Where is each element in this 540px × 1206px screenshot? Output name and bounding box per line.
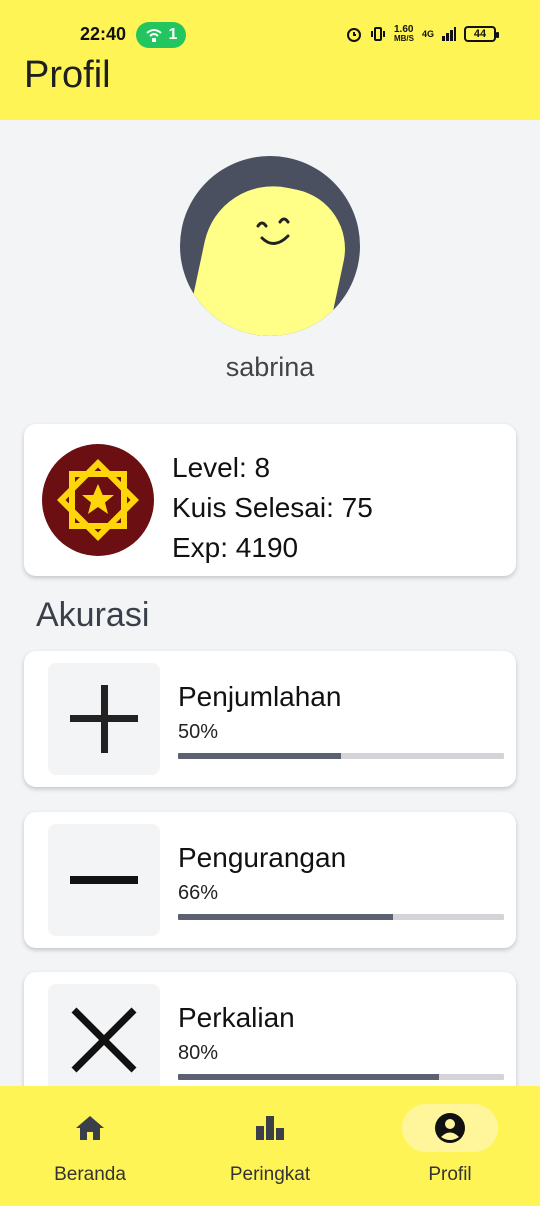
status-time: 22:40 (80, 24, 127, 44)
accuracy-name: Perkalian (178, 1002, 295, 1033)
exp-value: Exp: 4190 (172, 532, 299, 563)
page-title: Profil (24, 54, 111, 96)
battery-icon: 44 (464, 26, 499, 42)
minus-icon (48, 824, 160, 936)
top-app-bar: 22:40 1 1.60 MB/S 4G 44 Profil (0, 0, 540, 120)
level-stats: Level: 8 Kuis Selesai: 75 Exp: 4190 (172, 448, 373, 568)
accuracy-percent: 66% (178, 882, 219, 904)
network-speed: 1.60 MB/S (393, 24, 414, 44)
nav-label: Beranda (54, 1164, 126, 1185)
network-type: 4G (421, 29, 434, 39)
accuracy-percent: 80% (178, 1042, 219, 1064)
plus-icon (48, 663, 160, 775)
progress-fill (178, 1074, 439, 1080)
status-bar: 22:40 1 1.60 MB/S 4G 44 (0, 20, 540, 50)
account-circle-icon (435, 1113, 465, 1143)
level-value: Level: 8 (172, 452, 271, 483)
level-badge-icon (42, 444, 154, 556)
accuracy-card-addition[interactable]: Penjumlahan 50% (24, 651, 516, 787)
progress-bar (178, 1074, 504, 1080)
bar-chart-icon (256, 1116, 284, 1140)
nav-label: Profil (428, 1164, 472, 1185)
alarm-icon (346, 28, 361, 42)
accuracy-card-subtraction[interactable]: Pengurangan 66% (24, 812, 516, 948)
smiley-face-icon (256, 217, 290, 245)
avatar (180, 156, 360, 336)
status-icons: 1.60 MB/S 4G 44 (346, 24, 499, 44)
progress-fill (178, 914, 394, 920)
nav-item-peringkat[interactable]: Peringkat (180, 1086, 360, 1206)
nav-item-beranda[interactable]: Beranda (0, 1086, 180, 1206)
nav-item-profil[interactable]: Profil (360, 1086, 540, 1206)
times-icon (48, 984, 160, 1096)
username: sabrina (225, 352, 315, 382)
home-icon (76, 1116, 104, 1140)
hotspot-indicator: 1 (136, 22, 186, 48)
hotspot-count: 1 (168, 26, 178, 43)
accuracy-section-title: Akurasi (36, 596, 150, 634)
accuracy-name: Penjumlahan (178, 681, 342, 712)
accuracy-percent: 50% (178, 721, 219, 743)
vibrate-icon (370, 27, 385, 41)
accuracy-name: Pengurangan (178, 842, 347, 873)
nav-label: Peringkat (229, 1164, 311, 1185)
progress-fill (178, 753, 341, 759)
progress-bar (178, 753, 504, 759)
quizzes-completed: Kuis Selesai: 75 (172, 492, 373, 523)
hotspot-icon (145, 29, 162, 42)
signal-icon (442, 27, 456, 41)
progress-bar (178, 914, 504, 920)
bottom-navigation: Beranda Peringkat Profil (0, 1086, 540, 1206)
level-card: Level: 8 Kuis Selesai: 75 Exp: 4190 (24, 424, 516, 576)
